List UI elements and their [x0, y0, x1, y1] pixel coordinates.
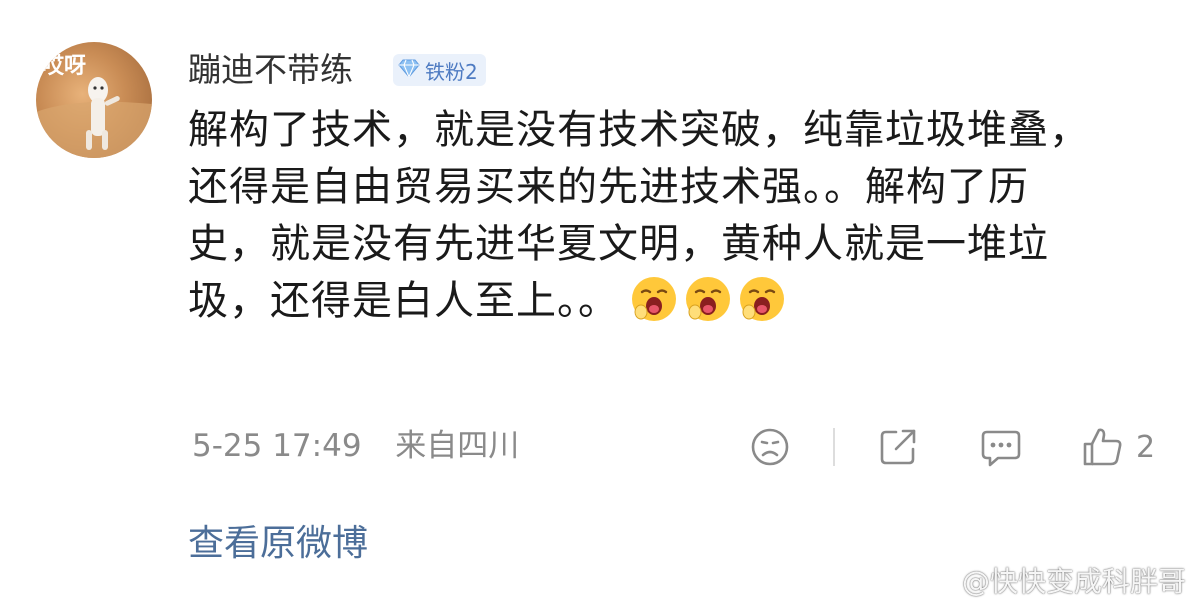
- comment-line: 解构了技术，就是没有技术突破，纯靠垃圾堆叠，: [188, 107, 1090, 153]
- view-original-weibo-link[interactable]: 查看原微博: [188, 520, 368, 568]
- yawn-emoji: [632, 277, 676, 321]
- share-button[interactable]: [876, 424, 920, 470]
- thumbs-up-icon: [1083, 428, 1122, 466]
- comment-line-last: 圾，还得是白人至上。。: [188, 273, 1178, 330]
- diamond-icon: [397, 56, 421, 84]
- sad-face-icon: [751, 428, 789, 466]
- yawn-emoji: [740, 277, 784, 321]
- avatar-text: 哎呀: [42, 54, 87, 79]
- like-count: 2: [1136, 429, 1156, 465]
- watermark: @快快变成科胖哥: [916, 560, 1186, 600]
- comment-bubble-icon: [981, 430, 1021, 467]
- reply-button[interactable]: [978, 424, 1024, 470]
- avatar[interactable]: 哎呀: [36, 42, 152, 158]
- share-icon: [880, 429, 916, 465]
- yawn-emoji: [686, 277, 730, 321]
- watermark-text: @快快变成科胖哥: [961, 565, 1186, 598]
- timestamp: 5-25 17:49: [192, 428, 362, 464]
- emoji-group: [629, 274, 787, 324]
- comment-line-text: 圾，还得是白人至上。。: [188, 278, 619, 324]
- comment-card: 哎呀 蹦迪不带练 铁粉2 解构了技术，就是没有技术突破，纯靠垃圾堆叠， 还得是自…: [0, 0, 1200, 608]
- comment-line: 还得是自由贸易买来的先进技术强。。解构了历: [188, 164, 1029, 210]
- like-button[interactable]: 2: [1080, 424, 1155, 470]
- username[interactable]: 蹦迪不带练: [188, 48, 353, 92]
- comment-line: 史，就是没有先进华夏文明，黄种人就是一堆垃: [188, 221, 1049, 267]
- dislike-button[interactable]: [748, 424, 792, 470]
- action-divider: [833, 428, 835, 466]
- weibo-icon: [916, 567, 954, 596]
- fan-badge-label: 铁粉2: [425, 59, 478, 84]
- comment-text: 解构了技术，就是没有技术突破，纯靠垃圾堆叠， 还得是自由贸易买来的先进技术强。。…: [188, 102, 1178, 330]
- comment-meta: 5-25 17:49 来自四川: [192, 424, 519, 468]
- fan-badge[interactable]: 铁粉2: [393, 54, 486, 86]
- location: 来自四川: [395, 428, 520, 464]
